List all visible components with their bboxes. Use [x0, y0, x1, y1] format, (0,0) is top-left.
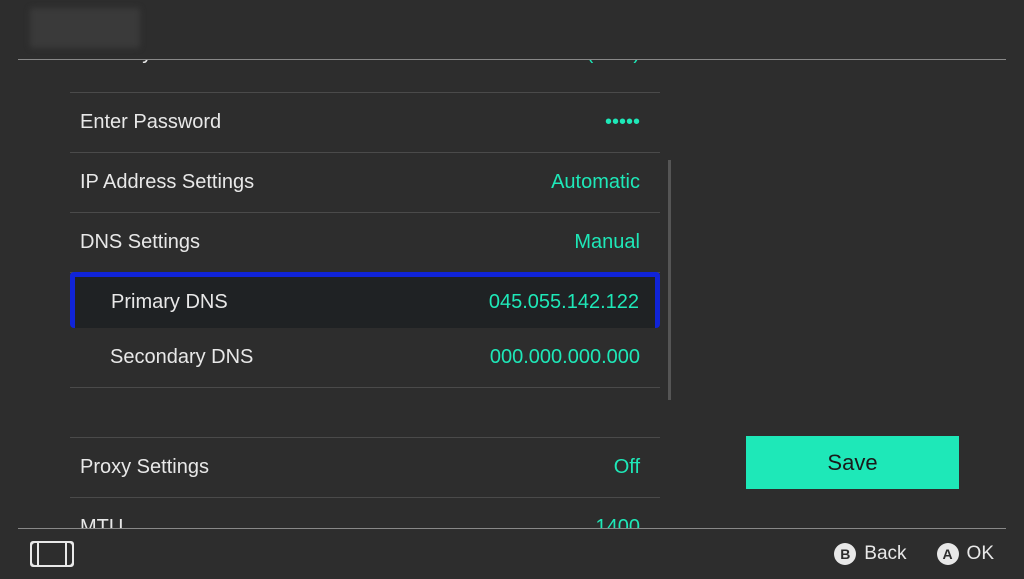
- dns-label: DNS Settings: [80, 231, 200, 254]
- header-title-blurred: [30, 8, 140, 48]
- mtu-value: 1400: [596, 516, 641, 528]
- dns-value: Manual: [574, 231, 640, 254]
- secondary-dns-label: Secondary DNS: [110, 346, 253, 369]
- save-button[interactable]: Save: [746, 436, 959, 489]
- proxy-value: Off: [614, 456, 640, 479]
- ip-address-label: IP Address Settings: [80, 171, 254, 194]
- mtu-label: MTU: [80, 516, 123, 528]
- password-label: Enter Password: [80, 111, 221, 134]
- setting-row-security[interactable]: Security WPA2-PSK (AES): [70, 60, 660, 93]
- setting-row-ip-address[interactable]: IP Address Settings Automatic: [70, 153, 660, 213]
- a-button-icon: A: [937, 543, 959, 565]
- proxy-label: Proxy Settings: [80, 456, 209, 479]
- setting-spacer: [70, 388, 660, 438]
- primary-dns-label: Primary DNS: [111, 291, 228, 314]
- scrollbar[interactable]: [668, 160, 671, 400]
- b-button-icon: B: [834, 543, 856, 565]
- setting-row-proxy[interactable]: Proxy Settings Off: [70, 438, 660, 498]
- security-value: WPA2-PSK (AES): [479, 60, 640, 65]
- setting-row-password[interactable]: Enter Password •••••: [70, 93, 660, 153]
- primary-dns-value: 045.055.142.122: [489, 291, 639, 314]
- ip-address-value: Automatic: [551, 171, 640, 194]
- button-hints: B Back A OK: [834, 543, 994, 565]
- setting-row-secondary-dns[interactable]: Secondary DNS 000.000.000.000: [70, 328, 660, 388]
- security-label: Security: [80, 60, 152, 65]
- setting-row-mtu[interactable]: MTU 1400: [70, 498, 660, 528]
- secondary-dns-value: 000.000.000.000: [490, 346, 640, 369]
- ok-hint[interactable]: A OK: [937, 543, 994, 565]
- setting-row-dns[interactable]: DNS Settings Manual: [70, 213, 660, 273]
- settings-list: Security WPA2-PSK (AES) Enter Password •…: [70, 60, 660, 528]
- back-label: Back: [864, 543, 906, 565]
- controller-icon: [30, 541, 74, 567]
- password-value: •••••: [605, 111, 640, 134]
- ok-label: OK: [967, 543, 994, 565]
- setting-row-primary-dns[interactable]: Primary DNS 045.055.142.122: [70, 272, 660, 328]
- bottom-bar: B Back A OK: [0, 529, 1024, 579]
- back-hint[interactable]: B Back: [834, 543, 906, 565]
